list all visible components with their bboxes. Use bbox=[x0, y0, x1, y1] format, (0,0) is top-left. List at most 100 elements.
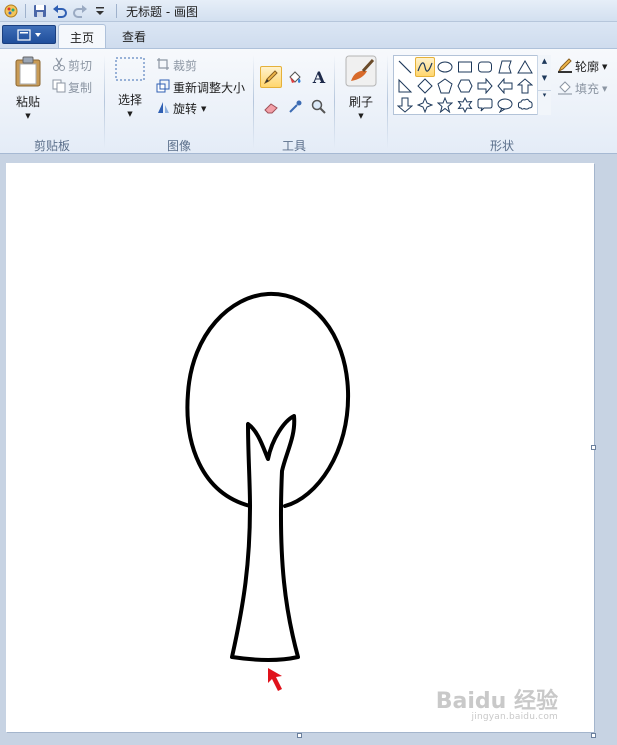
down-arrow-shape[interactable] bbox=[395, 95, 415, 115]
pentagon-shape[interactable] bbox=[435, 76, 455, 96]
canvas-resize-handle-corner[interactable] bbox=[591, 733, 596, 738]
scroll-down-icon[interactable]: ▼ bbox=[538, 74, 551, 82]
up-arrow-shape[interactable] bbox=[515, 76, 535, 96]
group-separator bbox=[104, 55, 105, 149]
drawing-canvas[interactable]: Baidu 经验 jingyan.baidu.com bbox=[6, 163, 594, 732]
eraser-tool[interactable] bbox=[260, 96, 282, 118]
expand-gallery-icon[interactable]: ▾ bbox=[538, 90, 551, 99]
triangle-shape[interactable] bbox=[515, 57, 535, 77]
cut-label: 剪切 bbox=[68, 59, 93, 73]
pencil-icon bbox=[263, 70, 278, 85]
canvas-resize-handle-bottom[interactable] bbox=[297, 733, 302, 738]
crop-label: 裁剪 bbox=[173, 59, 198, 73]
scissors-icon bbox=[52, 57, 68, 74]
paint-bucket-icon bbox=[289, 71, 301, 83]
watermark-url: jingyan.baidu.com bbox=[471, 712, 558, 722]
copy-button[interactable]: 复制 bbox=[52, 79, 92, 96]
brushes-label: 刷子 bbox=[348, 95, 373, 109]
outline-button[interactable]: 轮廓 ▼ bbox=[557, 57, 607, 76]
fill-dropdown-icon: ▼ bbox=[602, 84, 608, 93]
four-point-star-shape[interactable] bbox=[415, 95, 435, 115]
rounded-rectangle-shape[interactable] bbox=[475, 57, 495, 77]
right-arrow-shape[interactable] bbox=[475, 76, 495, 96]
tab-home[interactable]: 主页 bbox=[58, 24, 107, 48]
qat-divider bbox=[25, 4, 26, 18]
fill-tool[interactable] bbox=[284, 66, 306, 88]
redo-icon[interactable] bbox=[72, 3, 88, 19]
rotate-icon bbox=[156, 100, 173, 117]
text-tool[interactable]: A bbox=[308, 66, 330, 88]
oval-shape[interactable] bbox=[435, 57, 455, 77]
resize-button[interactable]: 重新调整大小 bbox=[156, 79, 245, 96]
left-arrow-shape[interactable] bbox=[495, 76, 515, 96]
copy-label: 复制 bbox=[68, 81, 93, 95]
eraser-icon bbox=[264, 103, 278, 114]
paste-dropdown-icon: ▼ bbox=[25, 112, 31, 120]
canvas-resize-handle-right[interactable] bbox=[591, 445, 596, 450]
fill-label: 填充 bbox=[575, 82, 600, 96]
ribbon-home: 粘贴 ▼ 剪切 复制 剪贴板 选择 ▼ 裁剪 重新调整大小 旋转 ▼ 图像 A … bbox=[0, 48, 617, 154]
tree-drawing bbox=[185, 291, 351, 691]
polygon-shape[interactable] bbox=[495, 57, 515, 77]
brushes-button[interactable]: 刷子 ▼ bbox=[343, 55, 379, 135]
rotate-button[interactable]: 旋转 ▼ bbox=[156, 100, 206, 117]
tools-group-label: 工具 bbox=[282, 139, 307, 153]
qat-divider-2 bbox=[116, 4, 117, 18]
magnifier-icon bbox=[311, 99, 326, 114]
quick-access-toolbar bbox=[3, 2, 117, 20]
tab-view[interactable]: 查看 bbox=[111, 24, 157, 48]
hexagon-shape[interactable] bbox=[455, 76, 475, 96]
resize-icon bbox=[156, 79, 173, 96]
cloud-callout-shape[interactable] bbox=[515, 95, 535, 115]
line-shape[interactable] bbox=[395, 57, 415, 77]
magnifier-tool[interactable] bbox=[308, 96, 330, 118]
color-picker-tool[interactable] bbox=[284, 96, 306, 118]
rotate-label: 旋转 bbox=[173, 102, 198, 116]
scroll-up-icon[interactable]: ▲ bbox=[538, 57, 551, 65]
image-group-label: 图像 bbox=[167, 139, 192, 153]
fill-button[interactable]: 填充 ▼ bbox=[557, 79, 607, 98]
menu-icon bbox=[17, 28, 41, 41]
paste-button[interactable]: 粘贴 ▼ bbox=[12, 55, 44, 135]
outline-dropdown-icon: ▼ bbox=[602, 62, 608, 71]
outline-label: 轮廓 bbox=[575, 60, 600, 74]
paint-app-icon[interactable] bbox=[3, 3, 19, 19]
text-a-icon: A bbox=[312, 67, 326, 87]
clipboard-icon bbox=[15, 56, 41, 87]
crop-icon bbox=[156, 57, 173, 74]
canvas-workspace: Baidu 经验 jingyan.baidu.com bbox=[0, 155, 617, 745]
crop-button[interactable]: 裁剪 bbox=[156, 57, 197, 74]
five-point-star-shape[interactable] bbox=[435, 95, 455, 115]
title-bar: 无标题 - 画图 bbox=[0, 0, 617, 22]
resize-label: 重新调整大小 bbox=[173, 81, 246, 95]
rounded-callout-shape[interactable] bbox=[475, 95, 495, 115]
shapes-gallery: ▲ ▼ ▾ bbox=[393, 55, 551, 115]
group-separator bbox=[334, 55, 335, 149]
select-button[interactable]: 选择 ▼ bbox=[112, 55, 148, 135]
select-label: 选择 bbox=[117, 93, 142, 107]
shapes-scrollbar[interactable]: ▲ ▼ ▾ bbox=[537, 55, 551, 115]
window-title: 无标题 - 画图 bbox=[126, 5, 198, 19]
rotate-dropdown-icon: ▼ bbox=[201, 104, 207, 113]
six-point-star-shape[interactable] bbox=[455, 95, 475, 115]
curve-shape[interactable] bbox=[415, 57, 435, 77]
watermark-brand: Baidu 经验 bbox=[435, 689, 558, 714]
undo-icon[interactable] bbox=[52, 3, 68, 19]
paint-menu-button[interactable] bbox=[2, 25, 56, 44]
cut-button[interactable]: 剪切 bbox=[52, 57, 92, 74]
save-icon[interactable] bbox=[32, 3, 48, 19]
brush-icon bbox=[345, 55, 377, 87]
diamond-shape[interactable] bbox=[415, 76, 435, 96]
right-triangle-shape[interactable] bbox=[395, 76, 415, 96]
brushes-dropdown-icon: ▼ bbox=[358, 112, 364, 120]
oval-callout-shape[interactable] bbox=[495, 95, 515, 115]
group-separator bbox=[253, 55, 254, 149]
ribbon-tabs: 主页 查看 bbox=[0, 22, 617, 48]
copy-icon bbox=[52, 79, 68, 96]
pencil-tool[interactable] bbox=[260, 66, 282, 88]
customize-qat-icon[interactable] bbox=[92, 3, 108, 19]
clipboard-group-label: 剪贴板 bbox=[34, 139, 71, 153]
rectangle-shape[interactable] bbox=[455, 57, 475, 77]
paste-label: 粘贴 bbox=[15, 95, 40, 109]
shapes-group-label: 形状 bbox=[490, 139, 515, 153]
